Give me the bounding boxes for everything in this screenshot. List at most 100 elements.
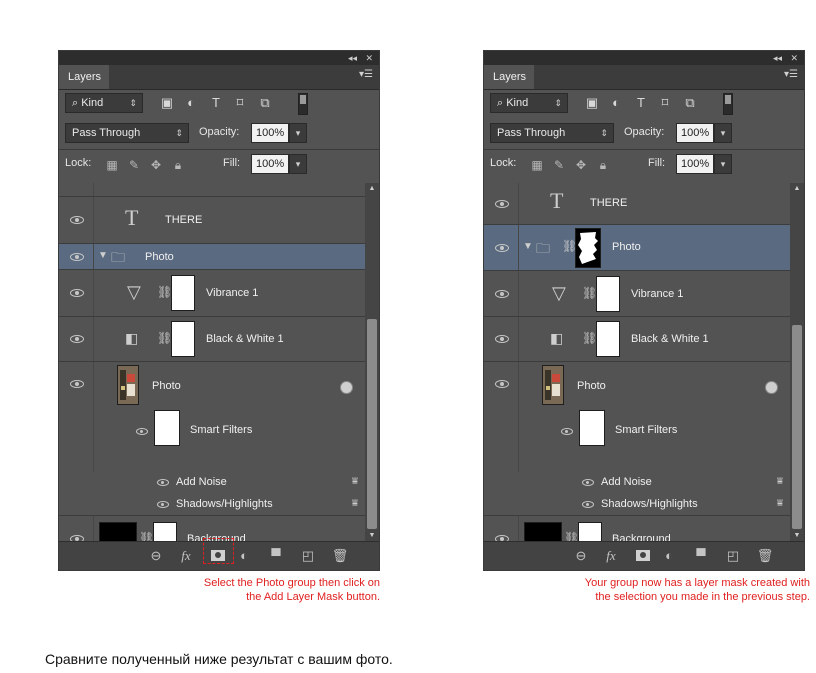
filter-options-icon[interactable]: ⩸ (777, 476, 783, 487)
fx-icon[interactable]: fx (602, 548, 620, 564)
layer-row-photo[interactable]: Photo Smart Filters (484, 362, 790, 472)
scroll-up-icon[interactable]: ▲ (790, 183, 804, 195)
filter-row-add-noise[interactable]: Add Noise ⩸ (59, 472, 365, 494)
visibility-toggle[interactable] (484, 183, 519, 224)
visibility-toggle[interactable] (484, 516, 519, 542)
eye-icon[interactable] (561, 428, 573, 435)
trash-icon[interactable]: 🗑︎ (331, 548, 349, 564)
scroll-up-icon[interactable]: ▲ (365, 183, 379, 195)
smart-filter-mask-thumbnail[interactable] (579, 410, 605, 446)
trash-icon[interactable]: 🗑︎ (756, 548, 774, 564)
layer-row-there[interactable]: T THERE (484, 183, 790, 225)
chain-icon[interactable]: ⛓︎ (582, 331, 597, 345)
filter-toggle[interactable] (723, 93, 733, 115)
layer-row-photo[interactable]: Photo Smart Filters (59, 362, 365, 472)
expand-triangle-icon[interactable]: ▼ (523, 241, 533, 252)
eye-icon[interactable] (136, 428, 148, 435)
layer-row-vibrance[interactable]: ▽ ⛓︎ Vibrance 1 (59, 270, 365, 317)
eye-icon[interactable] (157, 479, 169, 486)
visibility-toggle[interactable] (59, 362, 94, 472)
smart-object-filter-icon[interactable]: ⧉ (257, 96, 273, 110)
blend-mode-select[interactable]: Pass Through ⇕ (490, 123, 614, 143)
visibility-toggle[interactable] (59, 317, 94, 361)
tab-layers[interactable]: Layers (484, 65, 534, 89)
layer-row-bw[interactable]: ◧ ⛓︎ Black & White 1 (484, 317, 790, 362)
panel-menu-icon[interactable]: ▾☰ (784, 69, 798, 80)
panel-menu-icon[interactable]: ▾☰ (359, 69, 373, 80)
layer-mask-thumbnail[interactable] (596, 276, 620, 312)
kind-filter-select[interactable]: ⌕ Kind ⇕ (65, 93, 143, 113)
close-icon[interactable]: ✕ (790, 52, 798, 64)
fill-field[interactable]: 100% (251, 154, 289, 174)
shape-filter-icon[interactable]: ⌑ (657, 96, 673, 110)
eye-icon[interactable] (157, 501, 169, 508)
new-group-icon[interactable]: ▀ (267, 548, 285, 564)
kind-filter-select[interactable]: ⌕ Kind ⇕ (490, 93, 568, 113)
new-group-icon[interactable]: ▀ (692, 548, 710, 564)
layer-row-bw[interactable]: ◧ ⛓︎ Black & White 1 (59, 317, 365, 362)
lock-brush-icon[interactable]: ✎ (127, 158, 141, 172)
tab-layers[interactable]: Layers (59, 65, 109, 89)
layer-mask-thumbnail[interactable] (153, 522, 177, 542)
adjustment-icon[interactable]: ◐ (235, 548, 253, 564)
visibility-toggle[interactable] (59, 244, 94, 269)
layers-scrollbar[interactable]: ▲ ▼ (790, 183, 804, 542)
close-icon[interactable]: ✕ (365, 52, 373, 64)
type-filter-icon[interactable]: T (633, 96, 649, 110)
lock-brush-icon[interactable]: ✎ (552, 158, 566, 172)
link-layers-icon[interactable]: ⊖ (572, 548, 590, 564)
fx-icon[interactable]: fx (177, 548, 195, 564)
layer-mask-thumbnail[interactable] (171, 275, 195, 311)
eye-icon[interactable] (582, 501, 594, 508)
pixel-filter-icon[interactable]: ▣ (159, 96, 175, 110)
fill-dropdown-button[interactable]: ▾ (289, 154, 307, 174)
opacity-field[interactable]: 100% (251, 123, 289, 143)
type-filter-icon[interactable]: T (208, 96, 224, 110)
layer-mask-icon[interactable] (636, 550, 650, 561)
lock-transparent-icon[interactable]: ▦ (530, 158, 544, 172)
pixel-filter-icon[interactable]: ▣ (584, 96, 600, 110)
lock-transparent-icon[interactable]: ▦ (105, 158, 119, 172)
layer-mask-thumbnail[interactable] (171, 321, 195, 357)
lock-icon[interactable]: 🔒︎ (596, 158, 610, 173)
lock-move-icon[interactable]: ✥ (149, 158, 163, 172)
scrollbar-thumb[interactable] (367, 319, 377, 529)
fill-dropdown-button[interactable]: ▾ (714, 154, 732, 174)
adjustment-filter-icon[interactable]: ◐ (183, 96, 199, 110)
lock-icon[interactable]: 🔒︎ (171, 158, 185, 173)
adjustment-filter-icon[interactable]: ◐ (608, 96, 624, 110)
visibility-toggle[interactable] (59, 516, 94, 542)
photo-thumbnail[interactable] (117, 365, 139, 405)
filter-options-icon[interactable]: ⩸ (777, 498, 783, 509)
smart-object-filter-icon[interactable]: ⧉ (682, 96, 698, 110)
layer-row-vibrance[interactable]: ▽ ⛓︎ Vibrance 1 (484, 271, 790, 317)
visibility-toggle[interactable] (484, 317, 519, 361)
new-layer-icon[interactable]: ◰ (724, 548, 742, 564)
opacity-dropdown-button[interactable]: ▾ (714, 123, 732, 143)
layer-row-background[interactable]: ⛓︎ Background (484, 516, 790, 542)
opacity-field[interactable]: 100% (676, 123, 714, 143)
scrollbar-thumb[interactable] (792, 325, 802, 529)
filter-options-icon[interactable]: ⩸ (352, 476, 358, 487)
layer-row-photo-group[interactable]: ▼ 🗀︎ Photo (59, 244, 365, 270)
chain-icon[interactable]: ⛓︎ (582, 286, 597, 300)
visibility-toggle[interactable] (484, 225, 519, 270)
visibility-toggle[interactable] (484, 271, 519, 316)
chain-icon[interactable]: ⛓︎ (157, 285, 172, 299)
expand-triangle-icon[interactable]: ▼ (98, 250, 108, 261)
filter-options-icon[interactable]: ⩸ (352, 498, 358, 509)
adjustment-icon[interactable]: ◐ (660, 548, 678, 564)
visibility-toggle[interactable] (59, 197, 94, 243)
layers-scrollbar[interactable]: ▲ ▼ (365, 183, 379, 542)
lock-move-icon[interactable]: ✥ (574, 158, 588, 172)
filter-row-shadows[interactable]: Shadows/Highlights ⩸ (59, 494, 365, 516)
filter-row-shadows[interactable]: Shadows/Highlights ⩸ (484, 494, 790, 516)
new-layer-icon[interactable]: ◰ (299, 548, 317, 564)
layer-mask-thumbnail[interactable] (596, 321, 620, 357)
opacity-dropdown-button[interactable]: ▾ (289, 123, 307, 143)
layer-row-photo-group[interactable]: ▼ 🗀︎ ⛓︎ Photo (484, 225, 790, 271)
blend-mode-select[interactable]: Pass Through ⇕ (65, 123, 189, 143)
background-thumbnail[interactable] (99, 522, 137, 542)
filter-toggle[interactable] (298, 93, 308, 115)
photo-thumbnail[interactable] (542, 365, 564, 405)
